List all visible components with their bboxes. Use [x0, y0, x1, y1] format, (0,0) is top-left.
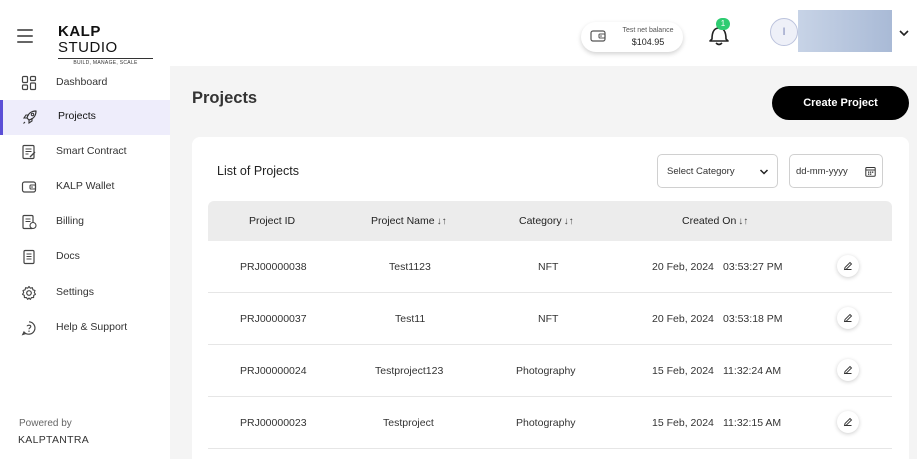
cell-created-time: 11:32:24 AM [723, 365, 782, 377]
hamburger-menu-icon[interactable] [17, 29, 33, 43]
cell-project-name: Testproject [383, 417, 434, 429]
balance-label: Test net balance [622, 27, 674, 34]
logo-thin-text: STUDIO [58, 39, 118, 56]
top-header: KALP STUDIO BUILD, MANAGE, SCALE Test ne… [0, 0, 917, 66]
pencil-icon [843, 313, 853, 323]
sort-icon[interactable]: ↓↑ [437, 216, 447, 227]
cell-project-id: PRJ00000038 [240, 261, 307, 273]
sort-icon[interactable]: ↓↑ [738, 216, 748, 227]
sidebar-item-projects[interactable]: Projects [0, 100, 170, 135]
sidebar-item-settings[interactable]: Settings [0, 276, 170, 311]
cell-created-date: 15 Feb, 2024 [652, 417, 714, 429]
cell-project-id: PRJ00000024 [240, 365, 307, 377]
table-row[interactable]: PRJ00000037 Test11 NFT 20 Feb, 2024 03:5… [208, 293, 892, 345]
create-project-button[interactable]: Create Project [772, 86, 909, 120]
sidebar-item-label: Billing [56, 215, 85, 227]
date-filter-input[interactable]: dd-mm-yyyy [789, 154, 883, 188]
sidebar-item-help-support[interactable]: Help & Support [0, 311, 170, 346]
sidebar-item-label: Settings [56, 286, 94, 298]
kalp-studio-logo[interactable]: KALP STUDIO BUILD, MANAGE, SCALE [58, 24, 158, 66]
pencil-icon [843, 261, 853, 271]
column-header-category[interactable]: Category ↓↑ [519, 215, 574, 227]
pencil-icon [843, 365, 853, 375]
cell-project-name: Test1123 [389, 261, 431, 273]
edit-project-button[interactable] [837, 255, 859, 277]
cell-project-id: PRJ00000023 [240, 417, 307, 429]
sidebar: Dashboard Projects Smart Contract KALP W… [0, 66, 170, 459]
powered-by-label: Powered by [19, 418, 72, 429]
cell-category: NFT [538, 261, 559, 273]
wallet-icon [21, 181, 37, 193]
page-title: Projects [192, 89, 258, 107]
cell-category: Photography [516, 365, 576, 377]
billing-icon [22, 214, 37, 230]
sidebar-item-smart-contract[interactable]: Smart Contract [0, 135, 170, 170]
list-title: List of Projects [217, 164, 299, 178]
cell-created-date: 20 Feb, 2024 [652, 261, 714, 273]
cell-created-time: 03:53:27 PM [723, 261, 783, 273]
sidebar-item-kalp-wallet[interactable]: KALP Wallet [0, 170, 170, 205]
column-header-created-on[interactable]: Created On ↓↑ [682, 215, 748, 227]
sidebar-item-label: Smart Contract [56, 145, 127, 157]
sort-icon[interactable]: ↓↑ [564, 216, 574, 227]
contract-icon [22, 144, 36, 160]
user-avatar[interactable]: I [770, 18, 798, 46]
sidebar-item-label: Docs [56, 250, 80, 262]
category-select[interactable]: Select Category [657, 154, 778, 188]
edit-project-button[interactable] [837, 411, 859, 433]
sidebar-item-billing[interactable]: Billing [0, 205, 170, 240]
balance-value: $104.95 [631, 37, 665, 47]
cell-category: Photography [516, 417, 576, 429]
category-select-value: Select Category [667, 166, 735, 177]
cell-project-name: Testproject123 [375, 365, 444, 377]
cell-created-time: 03:53:18 PM [723, 313, 783, 325]
sidebar-item-docs[interactable]: Docs [0, 240, 170, 275]
help-icon [21, 321, 36, 336]
edit-project-button[interactable] [837, 307, 859, 329]
rocket-icon [22, 110, 37, 125]
date-placeholder: dd-mm-yyyy [796, 166, 848, 177]
notification-badge: 1 [716, 18, 730, 30]
cell-category: NFT [538, 313, 559, 325]
sidebar-item-label: Projects [58, 110, 96, 122]
table-row[interactable]: PRJ00000023 Testproject Photography 15 F… [208, 397, 892, 449]
user-name-placeholder[interactable] [798, 10, 892, 52]
cell-project-name: Test11 [395, 313, 426, 325]
dashboard-icon [21, 75, 37, 91]
table-row[interactable]: PRJ00000024 Testproject123 Photography 1… [208, 345, 892, 397]
column-header-project-name[interactable]: Project Name ↓↑ [371, 215, 447, 227]
cell-created-date: 15 Feb, 2024 [652, 365, 714, 377]
docs-icon [23, 249, 35, 265]
cell-created-date: 20 Feb, 2024 [652, 313, 714, 325]
projects-card: List of Projects Select Category dd-mm-y… [192, 137, 909, 459]
testnet-balance-pill[interactable]: Test net balance $104.95 [581, 22, 683, 52]
column-header-project-id: Project ID [249, 215, 296, 227]
company-name: KALPTANTRA [18, 434, 90, 446]
wallet-icon [590, 30, 606, 42]
sidebar-item-label: Dashboard [56, 76, 108, 88]
sidebar-item-label: KALP Wallet [56, 180, 115, 192]
chevron-down-icon [759, 169, 769, 175]
cell-project-id: PRJ00000037 [240, 313, 307, 325]
table-row[interactable]: PRJ00000038 Test1123 NFT 20 Feb, 2024 03… [208, 241, 892, 293]
calendar-icon[interactable] [865, 166, 876, 177]
pencil-icon [843, 417, 853, 427]
chevron-down-icon[interactable] [899, 28, 909, 38]
logo-tagline: BUILD, MANAGE, SCALE [58, 58, 153, 66]
cell-created-time: 11:32:15 AM [723, 417, 782, 429]
logo-bold-text: KALP [58, 23, 101, 40]
sidebar-item-dashboard[interactable]: Dashboard [0, 66, 170, 101]
gear-icon [21, 285, 37, 300]
edit-project-button[interactable] [837, 359, 859, 381]
table-header: Project ID Project Name ↓↑ Category ↓↑ Cre… [208, 201, 892, 241]
sidebar-item-label: Help & Support [56, 321, 128, 333]
